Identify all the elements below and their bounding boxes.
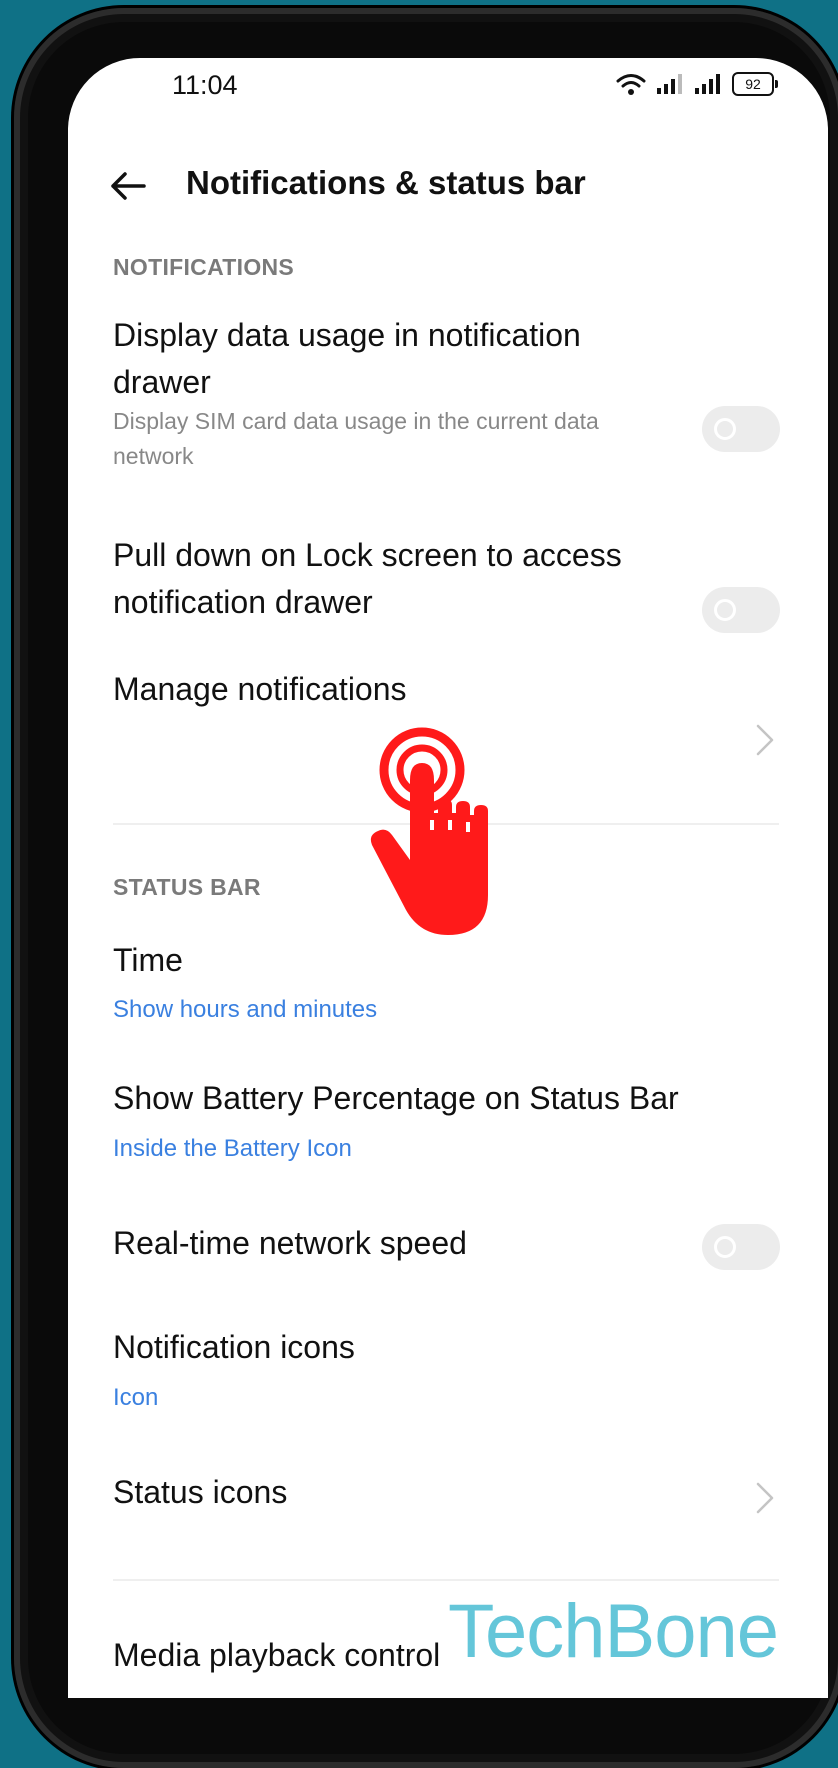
section-header-notifications: NOTIFICATIONS: [113, 254, 295, 280]
page-title: Notifications & status bar: [186, 164, 586, 201]
chevron-right-icon: [756, 724, 774, 756]
watermark-logo: TechBone: [448, 1589, 779, 1674]
data-usage-toggle[interactable]: [702, 406, 780, 452]
pull-down-toggle[interactable]: [702, 587, 780, 633]
network-speed-toggle[interactable]: [702, 1224, 780, 1270]
chevron-right-icon: [756, 1482, 774, 1514]
item-title: Notification icons: [113, 1329, 355, 1365]
toggle-knob: [714, 1236, 736, 1258]
battery-icon: 92: [732, 72, 778, 96]
status-time: 11:04: [172, 70, 238, 100]
item-title: Media playback control: [113, 1637, 441, 1673]
item-value: Show hours and minutes: [113, 996, 378, 1023]
item-title: Status icons: [113, 1474, 288, 1510]
section-header-status-bar: STATUS BAR: [113, 874, 261, 900]
item-subtitle-line2: network: [113, 443, 194, 469]
tap-hand-icon: [370, 727, 488, 935]
item-value: Inside the Battery Icon: [113, 1135, 352, 1162]
section-divider: [113, 1579, 779, 1581]
item-subtitle-line1: Display SIM card data usage in the curre…: [113, 408, 599, 434]
item-title: Manage notifications: [113, 671, 407, 707]
item-value: Icon: [113, 1384, 159, 1411]
item-title-line2: drawer: [113, 364, 211, 400]
item-title-line1: Pull down on Lock screen to access: [113, 537, 622, 573]
item-title: Time: [113, 942, 183, 978]
item-title: Real-time network speed: [113, 1225, 467, 1261]
item-title-line1: Display data usage in notification: [113, 317, 581, 353]
signal-icon: [657, 74, 682, 94]
toggle-knob: [714, 418, 736, 440]
signal-icon: [695, 74, 720, 94]
wifi-icon: [616, 74, 646, 95]
item-title: Show Battery Percentage on Status Bar: [113, 1080, 679, 1116]
back-arrow-icon[interactable]: [108, 166, 148, 206]
toggle-knob: [714, 599, 736, 621]
item-title-line2: notification drawer: [113, 584, 373, 620]
status-icons: 92: [616, 72, 778, 96]
